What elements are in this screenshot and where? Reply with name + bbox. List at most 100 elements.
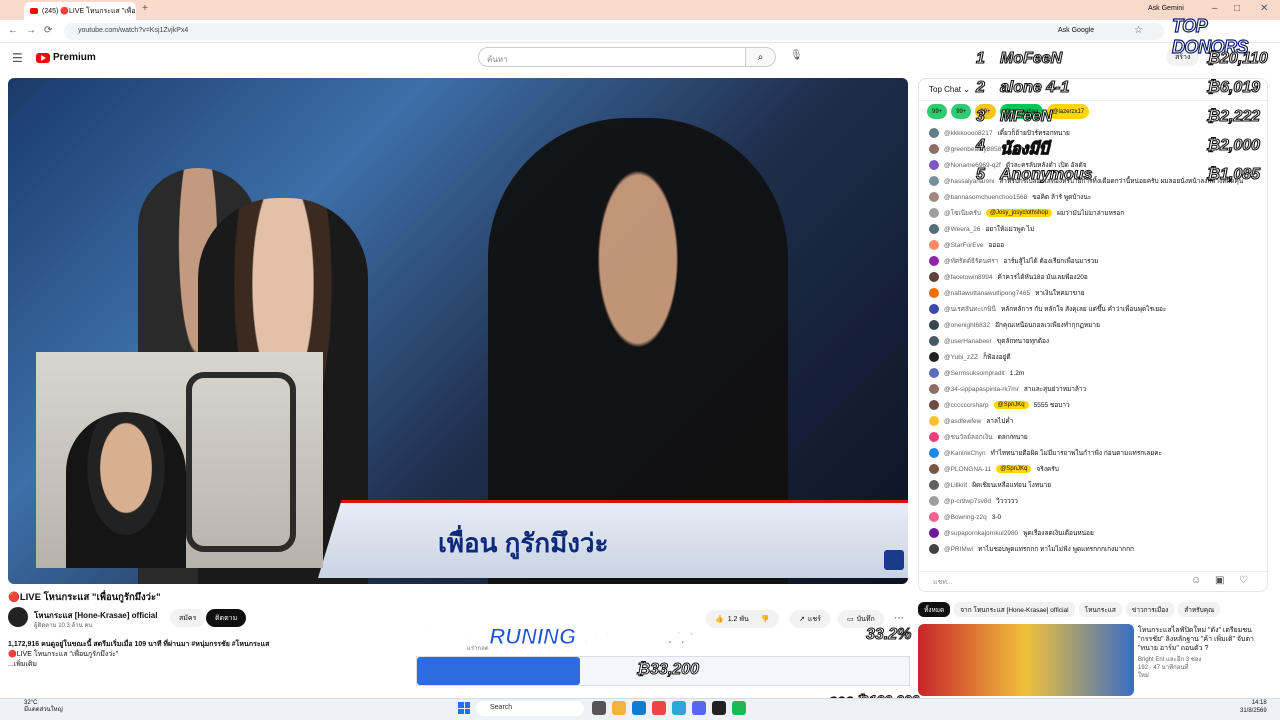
chat-message[interactable]: @Sermsuksompradit 1.2m [919, 365, 1267, 381]
maximize-icon[interactable]: □ [1234, 4, 1240, 14]
share-button[interactable]: ↗ แชร์ [790, 610, 830, 628]
filter-chip[interactable]: โหนกระแส [1078, 602, 1122, 617]
join-button[interactable]: สมัคร [170, 609, 206, 627]
chat-message[interactable]: @โซเนียครับ @Josy_josyclothshop ผมว่ามันไม… [919, 205, 1267, 221]
chat-author[interactable]: @34-sippapaspinta-rk7mr [944, 386, 1019, 393]
chat-author[interactable]: @Yubi_zZZ [944, 354, 978, 361]
chat-message[interactable]: @nattawuttanawuttipong7465 หาเงินใหคมาขาย [919, 285, 1267, 301]
chat-author[interactable]: @Lillkrit [944, 482, 967, 489]
line-icon[interactable] [732, 701, 746, 715]
chat-author[interactable]: @supapornkajornkul2980 [944, 530, 1018, 537]
chat-author[interactable]: @นเรศสันทะเกษินี [944, 304, 996, 314]
menu-icon[interactable]: ☰ [12, 52, 23, 64]
chat-message[interactable]: @PLONGNA-11 @SpnJKq จริงครับ [919, 461, 1267, 477]
thumbs-down-icon[interactable]: 👎 [761, 615, 770, 623]
chat-author[interactable]: @kkkkoooo8217 [944, 130, 993, 137]
chat-author[interactable]: @ชนวัลย์ลอกเงิน [944, 432, 993, 442]
url-field[interactable]: youtube.com/watch?v=Ksj1ZvjkPx4 [64, 23, 1164, 40]
discord-icon[interactable] [692, 701, 706, 715]
super-chat-icon[interactable]: ▣ [1215, 576, 1224, 586]
pinned-chip[interactable]: 99+ [927, 104, 948, 119]
ask-gemini-button[interactable]: Ask Gemini [1148, 5, 1184, 12]
system-clock[interactable]: 14:18 31/8/2569 [1240, 699, 1267, 715]
chat-message[interactable]: @34-sippapaspinta-rk7mr สาและสุนย่วาหมาล้… [919, 381, 1267, 397]
chat-message[interactable]: @bannasomchuenchoo1568 ขอคิด ล้าร้ พูดบ้า… [919, 189, 1267, 205]
chat-message[interactable]: @นเรศสันทะเกษินี หลักหลัการ กับ หลักใจ สั… [919, 301, 1267, 317]
chat-author[interactable]: @Weera_26 [944, 226, 980, 233]
filter-chip[interactable]: ทั้งหมด [918, 602, 951, 617]
back-icon[interactable]: ← [8, 26, 18, 36]
chat-author[interactable]: @facetowin8994 [944, 274, 993, 281]
chat-message[interactable]: @Bowring-z2q 3-0 [919, 509, 1267, 525]
weather-widget[interactable]: 32°C มีแดดส่วนใหญ่ [24, 700, 63, 714]
like-button[interactable]: 👍 1.2 พัน 👎 [706, 610, 779, 628]
chat-author[interactable]: @KanlnkChyn [944, 450, 986, 457]
chat-author[interactable]: @โซเนียครับ [944, 208, 981, 218]
bookmark-star-icon[interactable]: ☆ [1134, 26, 1143, 36]
description-box[interactable]: 1,172,916 คนดูอยู่ในขณะนี้ สตรีมเริ่มเมื… [8, 640, 428, 676]
channel-avatar[interactable] [8, 607, 28, 627]
chat-message[interactable]: @PRIMwi ทาไมชอบพูดแทรกกก ทาไมไม่ฟัง พูดแท… [919, 541, 1267, 557]
chat-message[interactable]: @p-cr9wp7sv8d วิววววว [919, 493, 1267, 509]
chat-author[interactable]: @asdfewfew [944, 418, 981, 425]
browser-tab[interactable]: (245) 🔴LIVE โหนกระแส "เพื่อ... [24, 2, 136, 20]
chat-message[interactable]: @userHanabeer ขุดลักทนายทุกต้อง [919, 333, 1267, 349]
filter-chip[interactable]: ข่าวการเมือง [1125, 602, 1175, 617]
chat-author[interactable]: @Noname6969-q2f [944, 162, 1001, 169]
chat-message[interactable]: @facetowin8994 ค้าควรได้หัน18อ มันเลยฟ้อง… [919, 269, 1267, 285]
windows-start-icon[interactable] [458, 702, 470, 714]
emoji-icon[interactable]: ☺ [1191, 576, 1201, 586]
chat-author[interactable]: @Sermsuksompradit [944, 370, 1005, 377]
chat-author[interactable]: @ทัศรัตต์ธิรัตนศรา [944, 256, 998, 266]
microphone-icon[interactable]: 🎙 [790, 51, 803, 61]
chat-author[interactable]: @hassaiyanaroni [944, 178, 994, 185]
chat-author[interactable]: @StarForEve [944, 242, 983, 249]
chat-author[interactable]: @PLONGNA-11 [944, 466, 991, 473]
search-button[interactable]: ⌕ [746, 47, 776, 67]
more-actions-icon[interactable]: ⋯ [894, 614, 904, 624]
chat-message[interactable]: @Yubi_zZZ ก็ฟ้องอยู่ดี [919, 349, 1267, 365]
filter-chip[interactable]: สำหรับคุณ [1178, 602, 1221, 617]
file-explorer-icon[interactable] [612, 701, 626, 715]
close-icon[interactable]: ✕ [1260, 4, 1268, 14]
chat-message[interactable]: @Weera_26 อยาให้แม่วพูด ไม่ [919, 221, 1267, 237]
chat-author[interactable]: @onenight6832 [944, 322, 990, 329]
chat-author[interactable]: @nattawuttanawuttipong7465 [944, 290, 1030, 297]
chat-message[interactable]: @KanlnkChyn ทำไททนายตือผิด ไม่มีมารถาพในก… [919, 445, 1267, 461]
heart-icon[interactable]: ♡ [1239, 576, 1248, 586]
search-input[interactable]: ค้นหา [478, 47, 746, 67]
chat-author[interactable]: @userHanabeer [944, 338, 992, 345]
new-tab-icon[interactable]: + [142, 4, 148, 14]
chat-author[interactable]: @Bowring-z2q [944, 514, 987, 521]
obs-icon[interactable] [712, 701, 726, 715]
chat-message[interactable]: @ชนวัลย์ลอกเงิน ตลก/ทนาย [919, 429, 1267, 445]
show-more-link[interactable]: ...เพิ่มเติม [8, 660, 428, 670]
reload-icon[interactable]: ⟳ [44, 26, 52, 36]
edge-icon[interactable] [632, 701, 646, 715]
taskbar-search[interactable]: Search [476, 701, 584, 716]
related-video-thumbnail[interactable] [918, 624, 1134, 696]
chat-message[interactable]: @StarForEve ออออ [919, 237, 1267, 253]
chat-author[interactable]: @PRIMwi [944, 546, 973, 553]
chat-message[interactable]: @ทัศรัตต์ธิรัตนศรา อาร์มสู้ไม่ได้ ต้องเรี… [919, 253, 1267, 269]
store-icon[interactable] [672, 701, 686, 715]
chat-message[interactable]: @asdfewfew ลาลไปค่ำ [919, 413, 1267, 429]
pinned-chip[interactable]: @lazerzx17 [1047, 104, 1090, 119]
video-player[interactable]: เพื่อน กูรักมึงว่ะ [8, 78, 908, 584]
chat-author[interactable]: @p-cr9wp7sv8d [944, 498, 991, 505]
chat-author[interactable]: @bannasomchuenchoo1568 [944, 194, 1027, 201]
chat-message[interactable]: @Lillkrit ผิดเชิยนเหลือแท่อน โงทนาย [919, 477, 1267, 493]
filter-chip[interactable]: จาก โหนกระแส [Hone-Krasae] official [954, 602, 1075, 617]
pinned-chip[interactable]: 99+ [951, 104, 972, 119]
forward-icon[interactable]: → [26, 26, 36, 36]
chat-message[interactable]: @supapornkajornkul2980 พูดเรื่องลดเงินเดื… [919, 525, 1267, 541]
chat-input[interactable]: แชท... ☺ ▣ ♡ [919, 571, 1267, 591]
related-video-title[interactable]: โหนกระแสไลฟ์ปิดใหม่ "ตัง" เตรียมชน "กรรช… [1138, 626, 1268, 653]
subscribe-button[interactable]: ติดตาม [206, 609, 247, 627]
task-view-icon[interactable] [592, 701, 606, 715]
ask-google-button[interactable]: Ask Google [1058, 27, 1094, 34]
chat-author[interactable]: @ccccccrsharp [944, 402, 989, 409]
chat-message[interactable]: @onenight6832 อ๊กคุณเหนือนกอลเวเพียงทำกุก… [919, 317, 1267, 333]
chat-author[interactable]: @greenbeauty8858 [944, 146, 1001, 153]
chrome-icon[interactable] [652, 701, 666, 715]
